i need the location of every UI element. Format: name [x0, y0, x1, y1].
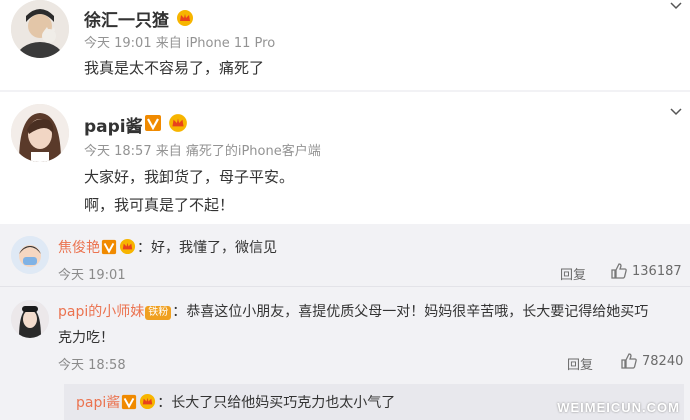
- vip-v-icon: [101, 239, 117, 255]
- post-card: papi酱 今天 18:57 来自 痛死了的iPhone客户端 大家好，我卸货了…: [0, 92, 690, 224]
- chevron-down-icon[interactable]: [670, 0, 682, 12]
- comment-author-name[interactable]: 焦俊艳: [58, 240, 100, 256]
- post-text-line: 啊，我可真是了不起！: [84, 196, 235, 214]
- post-card: 徐汇一只猹 今天 19:01 来自 iPhone 11 Pro 我真是太不容易了…: [0, 0, 690, 90]
- avatar[interactable]: [11, 0, 69, 58]
- vip-v-icon: [145, 115, 161, 131]
- fan-crown-icon: [169, 114, 187, 132]
- comment-body: ：长大了只给他妈买巧克力也太小气了: [157, 395, 396, 411]
- reply-button[interactable]: 回复: [567, 354, 593, 373]
- fan-crown-icon: [119, 238, 136, 255]
- avatar[interactable]: [11, 236, 49, 274]
- comment-list: 焦俊艳 ：好，我懂了，微信见 今天 19:01 回复 136187 papi的小师…: [0, 224, 690, 420]
- reply-button[interactable]: 回复: [560, 264, 586, 283]
- comment-text: 焦俊艳 ：好，我懂了，微信见: [58, 237, 277, 257]
- watermark: WEIMEICUN.COM: [557, 400, 680, 415]
- comment-text-cont: 克力吃！: [58, 330, 114, 346]
- thumbs-up-icon: [621, 353, 637, 369]
- post-meta: 今天 18:57 来自 痛死了的iPhone客户端: [84, 144, 321, 159]
- comment-body: ：恭喜这位小朋友，喜提优质父母一对！妈妈很辛苦哦，长大要记得给她买巧: [172, 304, 649, 320]
- post-text: 我真是太不容易了，痛死了: [84, 59, 265, 77]
- post-author-name[interactable]: 徐汇一只猹: [84, 6, 169, 31]
- post-meta: 今天 19:01 来自 iPhone 11 Pro: [84, 36, 276, 51]
- like-button[interactable]: 78240: [620, 352, 683, 370]
- vip-v-icon: [122, 394, 137, 410]
- fan-badge: 铁粉: [145, 306, 172, 320]
- post-text-line: 大家好，我卸货了，母子平安。: [84, 168, 295, 186]
- avatar[interactable]: [11, 300, 49, 338]
- thumbs-up-icon: [611, 263, 627, 279]
- like-count: 136187: [632, 263, 682, 279]
- chevron-down-icon[interactable]: [670, 106, 682, 118]
- comment-author-name[interactable]: papi酱: [76, 395, 120, 411]
- comment-author-name[interactable]: papi的小师妹: [58, 304, 144, 320]
- like-count: 78240: [642, 353, 684, 369]
- comment-body: ：好，我懂了，微信见: [137, 240, 277, 256]
- fan-crown-icon: [177, 10, 193, 26]
- divider: [0, 286, 690, 287]
- like-button[interactable]: 136187: [610, 262, 682, 280]
- avatar[interactable]: [11, 104, 69, 162]
- comment-text: papi酱 ：长大了只给他妈买巧克力也太小气了: [76, 392, 395, 412]
- comment-time: 今天 19:01: [58, 268, 126, 283]
- comment-text: papi的小师妹 铁粉 ：恭喜这位小朋友，喜提优质父母一对！妈妈很辛苦哦，长大要记得…: [58, 301, 648, 321]
- post-author-name[interactable]: papi酱: [84, 112, 143, 137]
- comment-time: 今天 18:58: [58, 358, 126, 373]
- fan-crown-icon: [140, 393, 156, 410]
